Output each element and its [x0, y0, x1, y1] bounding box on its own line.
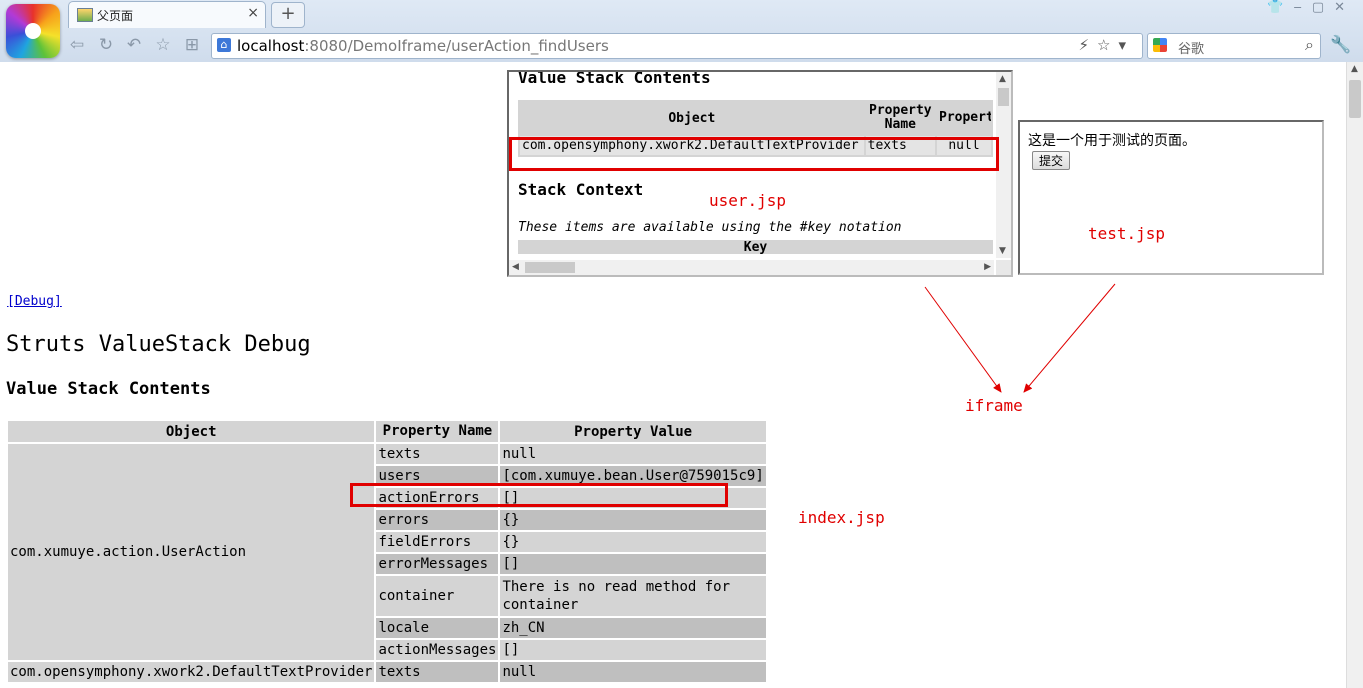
annotation-arrows [924, 283, 1116, 393]
undo-icon[interactable]: ↶ [123, 34, 145, 56]
wrench-icon[interactable]: 🔧 [1330, 35, 1351, 55]
site-icon: ⌂ [217, 38, 231, 52]
google-icon[interactable] [1153, 38, 1167, 52]
page-content: Value Stack Contents Object Property Nam… [0, 62, 1346, 688]
back-icon[interactable]: ⇦ [66, 34, 88, 56]
refresh-icon[interactable]: ↻ [95, 34, 117, 56]
tab-parent-page[interactable]: 父页面 × [68, 1, 266, 28]
tab-title: 父页面 [97, 9, 134, 23]
search-icon[interactable]: ⌕ [1305, 35, 1314, 55]
browser-toolbar: 父页面 × + 👕‒▢✕ ⇦ ↻ ↶ ☆ ⊞ ⌂ localhost:8080/… [0, 0, 1363, 63]
page-vertical-scrollbar[interactable]: ▲ [1346, 62, 1363, 688]
window-controls[interactable]: 👕‒▢✕ [1267, 0, 1355, 15]
url-text[interactable]: localhost:8080/DemoIframe/userAction_fin… [237, 37, 609, 55]
page-icon [77, 8, 93, 22]
address-bar[interactable]: ⌂ localhost:8080/DemoIframe/userAction_f… [211, 33, 1143, 59]
scroll-thumb[interactable] [1349, 80, 1361, 118]
new-tab-button[interactable]: + [271, 2, 305, 28]
address-tools-icons[interactable]: ⚡☆▾ [1078, 36, 1134, 54]
close-tab-icon[interactable]: × [247, 5, 259, 21]
search-box[interactable]: 谷歌 ⌕ [1147, 33, 1321, 59]
grid-icon[interactable]: ⊞ [181, 34, 203, 56]
scroll-up-icon[interactable]: ▲ [1351, 64, 1358, 74]
browser-logo-icon[interactable] [6, 4, 60, 58]
search-input[interactable]: 谷歌 [1178, 38, 1204, 57]
arrow-right [1023, 283, 1116, 393]
arrow-left [924, 286, 1002, 393]
favorite-icon[interactable]: ☆ [152, 34, 174, 56]
